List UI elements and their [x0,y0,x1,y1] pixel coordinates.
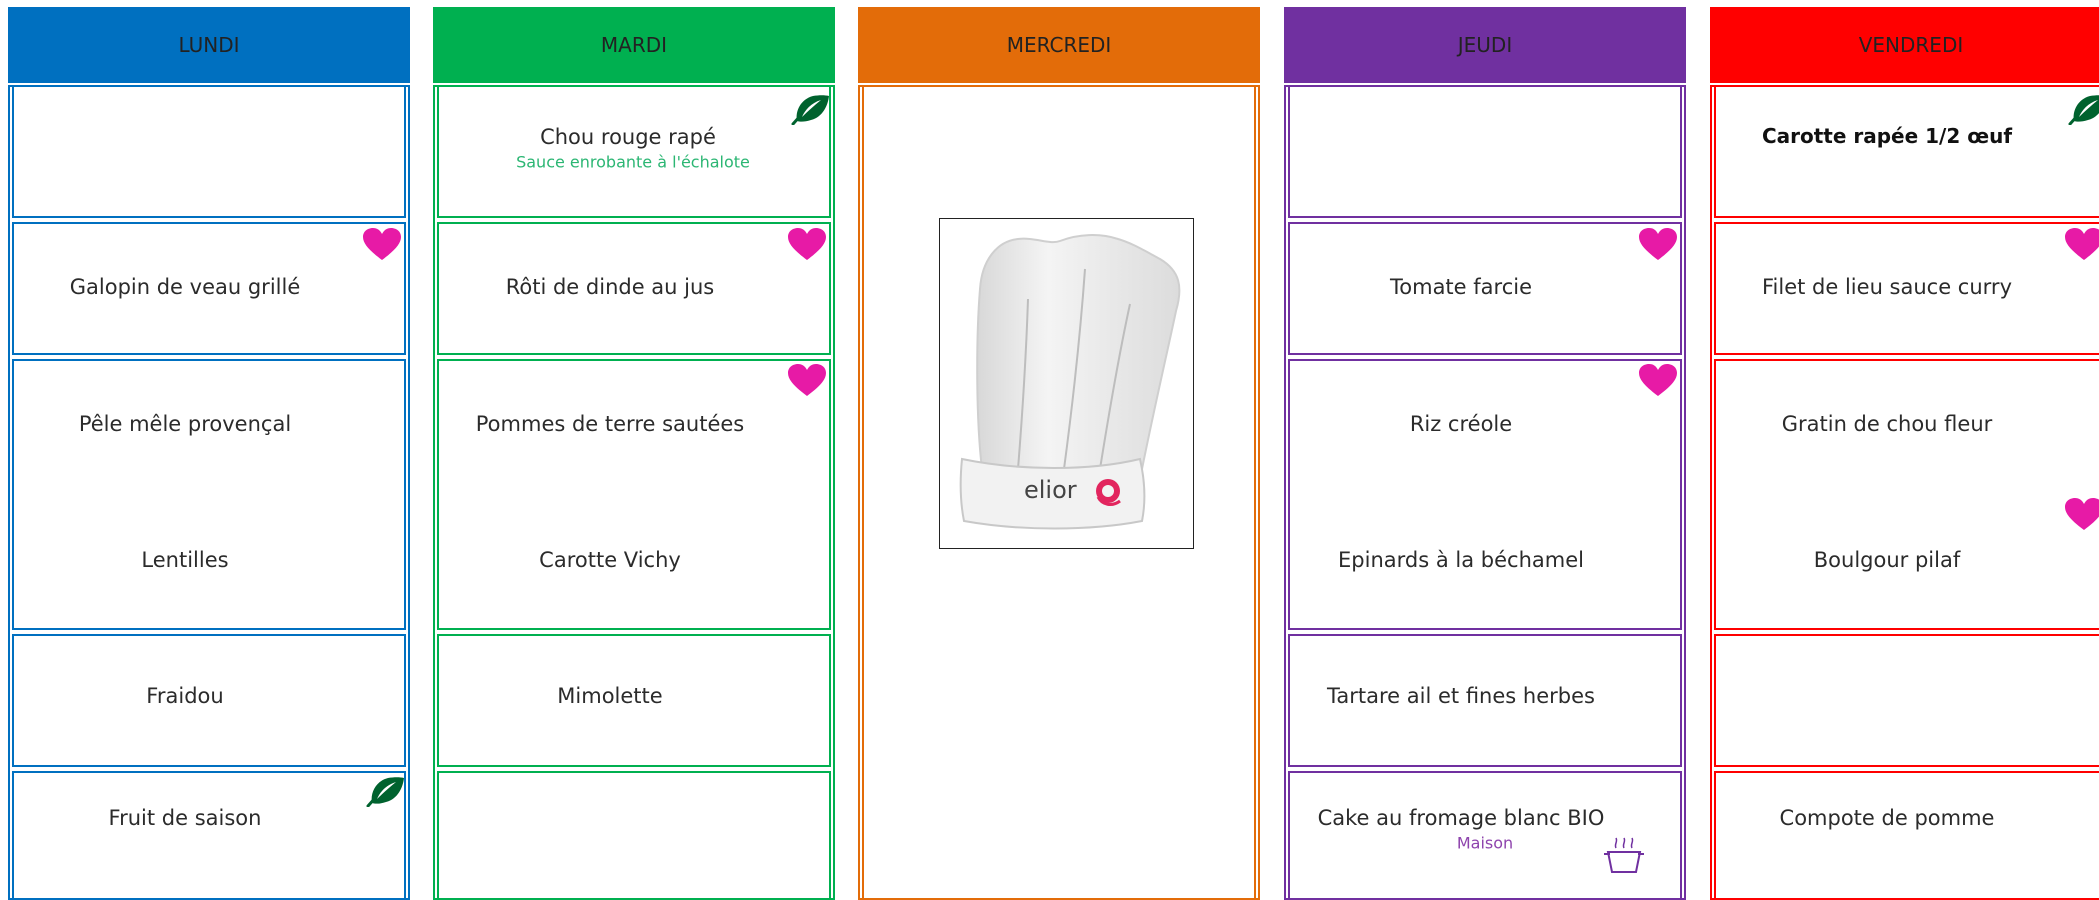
dish-accompagnement-2: Boulgour pilaf [1813,548,1961,572]
dish-fromage: Fraidou [146,684,224,708]
heart-icon [362,227,402,261]
dish-dessert: Compote de pomme [1779,806,1995,830]
menu-cell-entree [1288,85,1682,218]
menu-cell-fromage [1714,634,2099,767]
leaf-icon [366,775,406,807]
dish-accompagnement-2: Lentilles [141,548,229,572]
column-mercredi: MERCREDI elior [858,7,1260,900]
menu-cell-accompagnement [1714,359,2099,630]
leaf-icon [791,93,831,125]
dish-plat: Tomate farcie [1390,275,1532,299]
menu-cell-accompagnement [437,359,831,630]
menu-cell-entree [12,85,406,218]
dish-entree: Chou rouge rapé [540,125,716,149]
day-header-mardi: MARDI [433,7,835,83]
column-lundi: LUNDI Galopin de veau grillé Pêle mêle p… [8,7,410,900]
menu-cell-entree [437,85,831,218]
heart-icon [787,227,827,261]
dish-plat: Filet de lieu sauce curry [1762,275,2012,299]
dish-plat: Galopin de veau grillé [69,275,301,299]
menu-cell-accompagnement [12,359,406,630]
menu-cell-dessert [12,771,406,900]
heart-icon [787,363,827,397]
dish-dessert-note: Maison [1456,833,1514,853]
dish-accompagnement-2: Epinards à la béchamel [1338,548,1584,572]
heart-icon [2064,227,2099,261]
dish-accompagnement-1: Riz créole [1409,412,1513,436]
heart-icon [1638,363,1678,397]
heart-icon [2064,497,2099,531]
menu-cell-accompagnement [1288,359,1682,630]
dish-plat: Rôti de dinde au jus [505,275,715,299]
column-jeudi: JEUDI Tomate farcie Riz créole Epinards … [1284,7,1686,900]
leaf-icon [2068,93,2099,125]
dish-entree: Carotte rapée 1/2 œuf [1761,124,2013,148]
day-header-vendredi: VENDREDI [1710,7,2099,83]
chef-hat-logo: elior [939,218,1194,549]
column-mardi: MARDI Chou rouge rapé Sauce enrobante à … [433,7,835,900]
menu-cell-dessert [1714,771,2099,900]
dish-fromage: Mimolette [557,684,663,708]
homemade-pot-icon [1604,837,1644,873]
day-header-jeudi: JEUDI [1284,7,1686,83]
dish-dessert: Fruit de saison [108,806,262,830]
dish-dessert: Cake au fromage blanc BIO [1317,806,1605,830]
dish-accompagnement-1: Pommes de terre sautées [475,412,745,436]
dish-accompagnement-1: Gratin de chou fleur [1781,412,1993,436]
day-header-mercredi: MERCREDI [858,7,1260,83]
dish-accompagnement-1: Pêle mêle provençal [78,412,292,436]
dish-fromage: Tartare ail et fines herbes [1327,684,1595,708]
menu-cell-dessert [437,771,831,900]
day-header-lundi: LUNDI [8,7,410,83]
menu-cell-entree [1714,85,2099,218]
dish-accompagnement-2: Carotte Vichy [539,548,681,572]
dish-entree-sauce: Sauce enrobante à l'échalote [516,152,750,172]
heart-icon [1638,227,1678,261]
column-vendredi: VENDREDI Carotte rapée 1/2 œuf Filet de … [1710,7,2099,900]
elior-logo-text: elior [1024,476,1077,504]
chef-hat-icon: elior [959,234,1181,530]
